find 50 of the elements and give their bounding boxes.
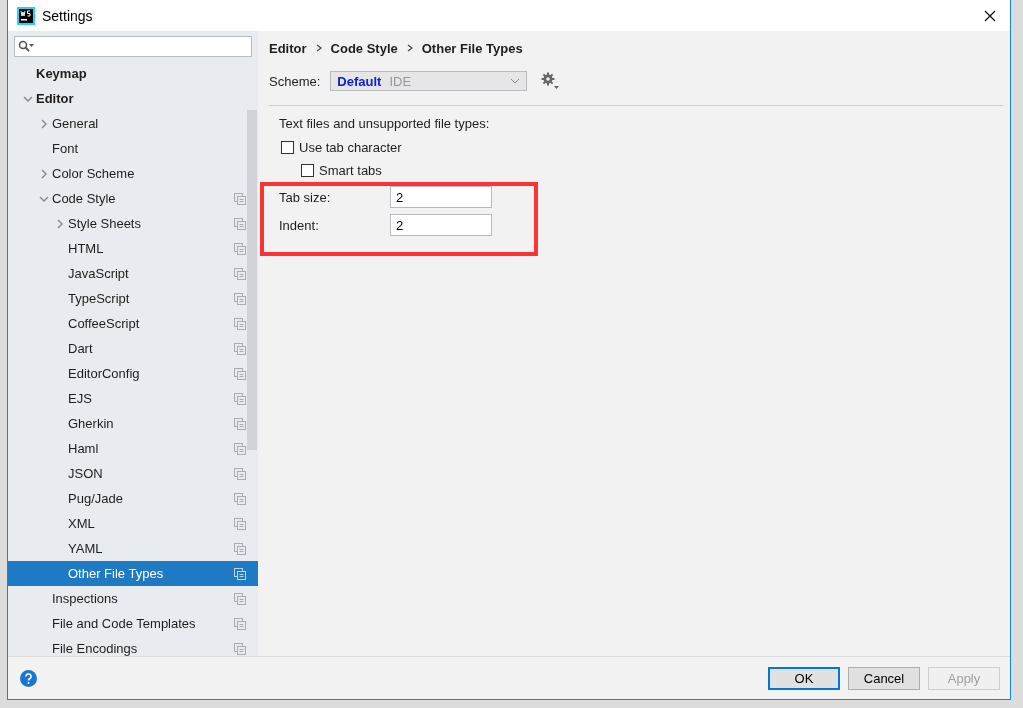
- checkbox[interactable]: [281, 141, 294, 154]
- tree-item[interactable]: JSON: [8, 461, 258, 486]
- settings-icon[interactable]: [541, 72, 560, 90]
- tree-item[interactable]: Code Style: [8, 186, 258, 211]
- scrollbar-thumb[interactable]: [247, 110, 257, 450]
- scheme-dropdown[interactable]: Default IDE: [330, 71, 528, 91]
- tree-item[interactable]: XML: [8, 511, 258, 536]
- tree-item[interactable]: Haml: [8, 436, 258, 461]
- input-field[interactable]: 2: [390, 186, 492, 208]
- tree-item[interactable]: EJS: [8, 386, 258, 411]
- tree-item[interactable]: Inspections: [8, 586, 258, 611]
- checkbox-label[interactable]: Use tab character: [299, 140, 402, 155]
- window-title: Settings: [42, 7, 94, 24]
- search-icon: [18, 40, 35, 53]
- section-title: Text files and unsupported file types:: [279, 116, 491, 133]
- breadcrumb-item[interactable]: Code Style: [330, 40, 398, 56]
- breadcrumb-item[interactable]: Other File Types: [421, 40, 523, 56]
- tree-item[interactable]: File Encodings: [8, 636, 258, 656]
- tree-item[interactable]: Pug/Jade: [8, 486, 258, 511]
- scheme-label: Scheme:: [269, 73, 321, 89]
- tree-item[interactable]: YAML: [8, 536, 258, 561]
- breadcrumb-item[interactable]: Editor: [269, 40, 307, 56]
- tree-item[interactable]: Style Sheets: [8, 211, 258, 236]
- tree-item[interactable]: Editor: [8, 86, 258, 111]
- help-icon[interactable]: [20, 669, 37, 687]
- tree-item[interactable]: Dart: [8, 336, 258, 361]
- breadcrumb-separator-icon: [405, 43, 414, 53]
- tree-item[interactable]: Gherkin: [8, 411, 258, 436]
- tree-item[interactable]: General: [8, 111, 258, 136]
- tree-item[interactable]: File and Code Templates: [8, 611, 258, 636]
- tree-item[interactable]: TypeScript: [8, 286, 258, 311]
- tree-item[interactable]: Other File Types: [8, 561, 258, 586]
- field-label: Tab size:: [279, 189, 332, 205]
- tree-item[interactable]: Color Scheme: [8, 161, 258, 186]
- app-logo-icon: [17, 6, 35, 25]
- tree-item[interactable]: EditorConfig: [8, 361, 258, 386]
- input-field[interactable]: 2: [390, 214, 492, 236]
- tree-item[interactable]: CoffeeScript: [8, 311, 258, 336]
- breadcrumb-separator-icon: [314, 43, 323, 53]
- dialog-button[interactable]: OK: [768, 666, 840, 690]
- tree-item[interactable]: Keymap: [8, 61, 258, 86]
- field-label: Indent:: [279, 217, 320, 233]
- dialog-button[interactable]: Cancel: [848, 666, 920, 690]
- tree-item[interactable]: Font: [8, 136, 258, 161]
- tree-item[interactable]: JavaScript: [8, 261, 258, 286]
- tree-item[interactable]: HTML: [8, 236, 258, 261]
- chevron-down-icon: [510, 77, 521, 85]
- checkbox-label[interactable]: Smart tabs: [319, 163, 382, 178]
- checkbox[interactable]: [301, 164, 314, 177]
- search-field[interactable]: [14, 36, 252, 57]
